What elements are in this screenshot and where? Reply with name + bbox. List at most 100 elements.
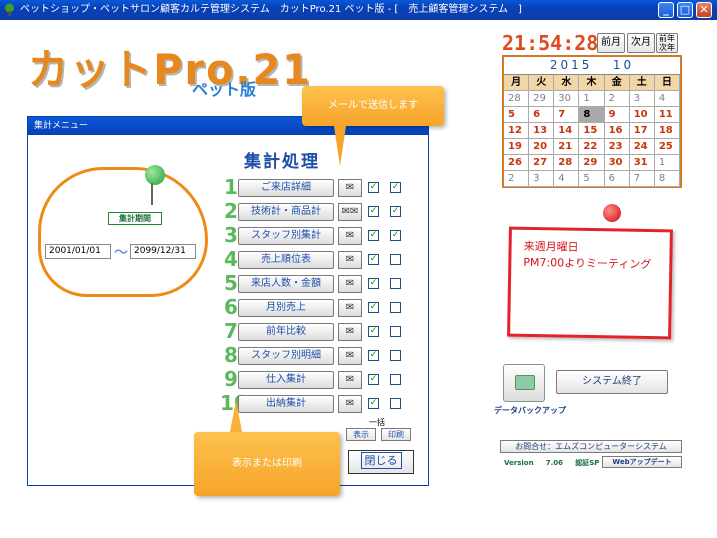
batch-show-button[interactable]: 表示 [346,428,376,441]
calendar-day[interactable]: 3 [529,171,555,187]
mail-icon[interactable]: ✉ [338,395,362,413]
calendar-day[interactable]: 14 [554,123,580,139]
mail-icon[interactable]: ✉ [338,179,362,197]
calendar-day[interactable]: 8 [654,171,680,187]
print-checkbox[interactable]: ✓ [390,182,401,193]
calendar-day[interactable]: 19 [504,139,530,155]
print-checkbox[interactable] [390,350,401,361]
summary-button[interactable]: 来店人数・金額 [238,275,334,293]
dialog-close-button[interactable]: 閉じる [348,450,414,474]
calendar-day[interactable]: 5 [504,107,530,123]
show-checkbox[interactable]: ✓ [368,230,379,241]
mail-icon[interactable]: ✉ [338,275,362,293]
year-nav-button[interactable]: 前年 次年 [656,33,678,53]
calendar-day[interactable]: 18 [654,123,680,139]
calendar-day[interactable]: 31 [629,155,655,171]
show-checkbox[interactable]: ✓ [368,206,379,217]
mail-icon[interactable]: ✉ [338,347,362,365]
show-checkbox[interactable]: ✓ [368,278,379,289]
print-checkbox[interactable] [390,254,401,265]
calendar-day[interactable]: 7 [629,171,655,187]
calendar-day[interactable]: 21 [554,139,580,155]
date-to-field[interactable]: 2099/12/31 [130,244,196,259]
prev-year-label[interactable]: 前年 [657,34,677,43]
calendar-day[interactable]: 1 [654,155,680,171]
show-checkbox[interactable]: ✓ [368,254,379,265]
calendar-day[interactable]: 28 [554,155,580,171]
show-checkbox[interactable]: ✓ [368,326,379,337]
batch-print-button[interactable]: 印刷 [381,428,411,441]
summary-button[interactable]: スタッフ別集計 [238,227,334,245]
calendar-day[interactable]: 3 [629,91,655,107]
summary-button[interactable]: 売上順位表 [238,251,334,269]
maximize-button[interactable]: □ [677,2,693,18]
summary-button[interactable]: 出納集計 [238,395,334,413]
calendar-day[interactable]: 6 [604,171,630,187]
calendar-day[interactable]: 30 [554,91,580,107]
summary-button[interactable]: 仕入集計 [238,371,334,389]
mail-icon[interactable]: ✉✉ [338,203,362,221]
calendar-day[interactable]: 9 [604,107,630,123]
next-month-button[interactable]: 次月 [627,33,655,53]
calendar-day[interactable]: 12 [504,123,530,139]
calendar-day[interactable]: 30 [604,155,630,171]
summary-button[interactable]: ご来店詳細 [238,179,334,197]
print-checkbox[interactable]: ✓ [390,230,401,241]
calendar-day[interactable]: 16 [604,123,630,139]
memo-note[interactable]: 来週月曜日 PM7:00よりミーティング [507,226,673,340]
show-checkbox[interactable]: ✓ [368,350,379,361]
mail-icon[interactable]: ✉ [338,227,362,245]
print-checkbox[interactable]: ✓ [390,206,401,217]
show-checkbox[interactable]: ✓ [368,182,379,193]
date-from-field[interactable]: 2001/01/01 [45,244,111,259]
prev-month-button[interactable]: 前月 [597,33,625,53]
system-exit-button[interactable]: システム終了 [556,370,668,394]
calendar-day[interactable]: 2 [604,91,630,107]
calendar-day[interactable]: 5 [579,171,605,187]
calendar-day[interactable]: 1 [579,91,605,107]
print-checkbox[interactable] [390,398,401,409]
calendar-day[interactable]: 10 [629,107,655,123]
summary-button[interactable]: スタッフ別明細 [238,347,334,365]
calendar-day[interactable]: 28 [504,91,530,107]
calendar-day[interactable]: 23 [604,139,630,155]
calendar-day[interactable]: 15 [579,123,605,139]
next-year-label[interactable]: 次年 [657,43,677,52]
backup-button[interactable] [503,364,545,402]
calendar-day[interactable]: 29 [579,155,605,171]
contact-button[interactable]: お問合せ：エムズコンピューターシステム [500,440,682,453]
summary-button[interactable]: 月別売上 [238,299,334,317]
calendar-day[interactable]: 26 [504,155,530,171]
print-checkbox[interactable] [390,326,401,337]
calendar-day[interactable]: 4 [554,171,580,187]
mail-icon[interactable]: ✉ [338,323,362,341]
summary-button[interactable]: 技術計・商品計 [238,203,334,221]
mail-icon[interactable]: ✉ [338,251,362,269]
calendar-day[interactable]: 27 [529,155,555,171]
print-checkbox[interactable] [390,278,401,289]
close-window-button[interactable]: ✕ [696,2,712,18]
calendar-day[interactable]: 22 [579,139,605,155]
calendar-day[interactable]: 17 [629,123,655,139]
calendar-day[interactable]: 6 [529,107,555,123]
calendar-day[interactable]: 25 [654,139,680,155]
calendar-day[interactable]: 2 [504,171,530,187]
print-checkbox[interactable] [390,374,401,385]
calendar-day[interactable]: 13 [529,123,555,139]
calendar-day[interactable]: 29 [529,91,555,107]
summary-button[interactable]: 前年比較 [238,323,334,341]
web-update-button[interactable]: Webアップデート [602,456,682,468]
calendar-day[interactable]: 4 [654,91,680,107]
show-checkbox[interactable]: ✓ [368,374,379,385]
calendar-day[interactable]: 20 [529,139,555,155]
calendar-day[interactable]: 7 [554,107,580,123]
show-checkbox[interactable]: ✓ [368,302,379,313]
mail-icon[interactable]: ✉ [338,299,362,317]
calendar-day[interactable]: 24 [629,139,655,155]
mail-icon[interactable]: ✉ [338,371,362,389]
calendar-day[interactable]: 8 [579,107,605,123]
print-checkbox[interactable] [390,302,401,313]
calendar-day[interactable]: 11 [654,107,680,123]
minimize-button[interactable]: _ [658,2,674,18]
show-checkbox[interactable]: ✓ [368,398,379,409]
